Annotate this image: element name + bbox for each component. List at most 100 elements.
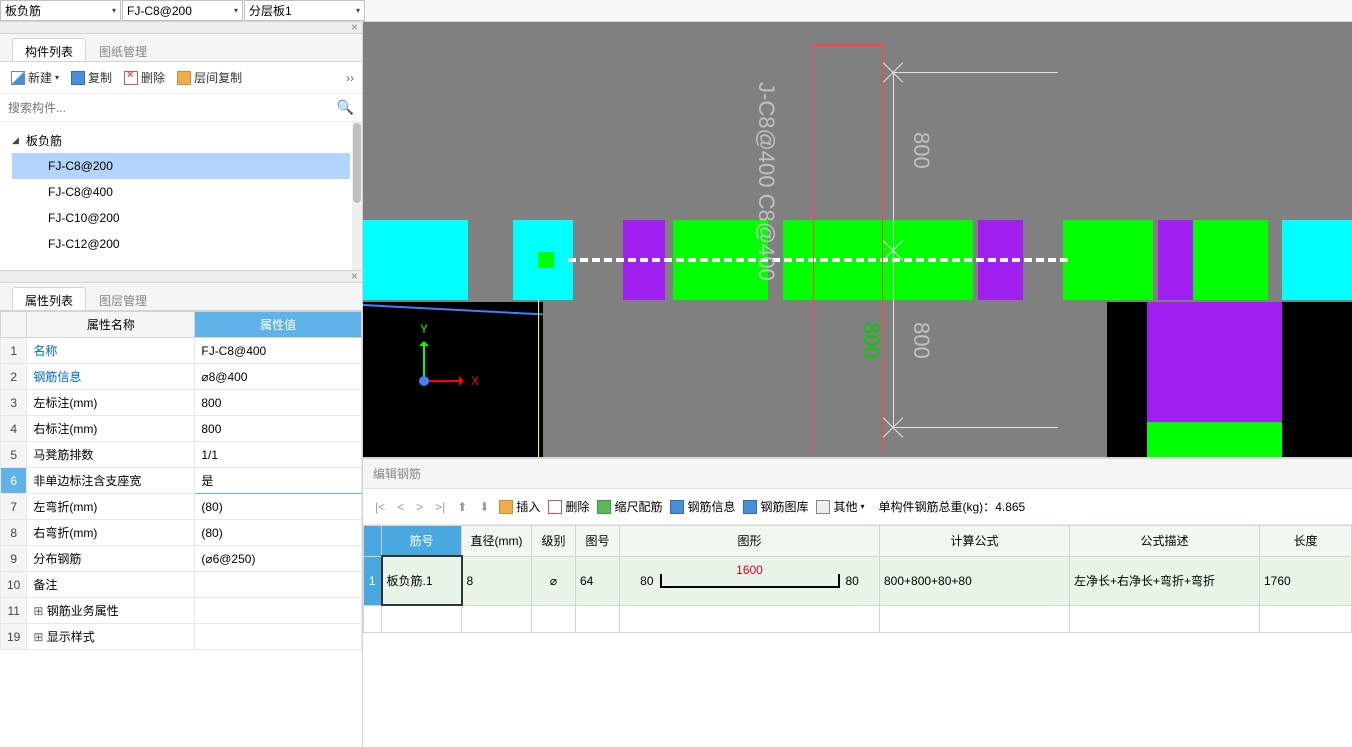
other-button[interactable]: 其他 ▾ [816,498,864,515]
scrollbar[interactable] [352,122,362,270]
property-row[interactable]: 19显示样式 [1,624,362,650]
property-row[interactable]: 5马凳筋排数1/1 [1,442,362,468]
row-number: 4 [1,416,27,442]
new-icon [11,71,25,85]
property-value[interactable]: (⌀6@250) [195,546,362,572]
cell-shape-no[interactable]: 64 [576,556,620,605]
table-row[interactable]: 1 板负筋.1 8 ⌀ 64 80 1600 80 800+800+80+80 [364,556,1352,605]
col-header[interactable]: 长度 [1260,526,1352,557]
property-value[interactable]: 800 [195,390,362,416]
cell-grade[interactable]: ⌀ [532,556,576,605]
down-icon[interactable]: ⬇ [477,500,491,514]
row-number: 2 [364,605,382,632]
copy-icon [71,71,85,85]
delete-button[interactable]: 删除 [548,498,589,515]
property-value[interactable]: (80) [195,494,362,520]
close-icon[interactable]: × [351,22,358,34]
cell-length[interactable]: 1760 [1260,556,1352,605]
tab-component-list[interactable]: 构件列表 [12,38,86,61]
dimension-label: 800 [908,132,934,169]
tab-drawing-manage[interactable]: 图纸管理 [86,38,160,61]
scale-button[interactable]: 缩尺配筋 [597,498,662,515]
property-panel: × 属性列表 图层管理 属性名称 属性值 1名称FJ-C8@4002钢筋信息⌀8… [0,270,362,650]
tree-item[interactable]: FJ-C8@400 [12,179,350,205]
cell-id[interactable]: 板负筋.1 [382,556,462,605]
col-header[interactable]: 图号 [576,526,620,557]
row-number: 8 [1,520,27,546]
col-header[interactable]: 计算公式 [880,526,1070,557]
search-row: 🔍 [0,94,362,122]
chevron-down-icon: ◢ [12,135,22,146]
cell-formula[interactable]: 800+800+80+80 [880,556,1070,605]
info-button[interactable]: 钢筋信息 [670,498,735,515]
row-number: 11 [1,598,27,624]
property-row[interactable]: 4右标注(mm)800 [1,416,362,442]
search-input[interactable] [8,101,337,115]
property-value[interactable]: 800 [195,416,362,442]
property-name: 左标注(mm) [27,390,195,416]
property-row[interactable]: 11钢筋业务属性 [1,598,362,624]
component-tree: ◢ 板负筋 FJ-C8@200 FJ-C8@400 FJ-C10@200 FJ-… [0,122,362,270]
table-row[interactable]: 2 [364,605,1352,632]
tree-item[interactable]: FJ-C10@200 [12,205,350,231]
component-dropdown[interactable]: FJ-C8@200 [122,0,243,21]
top-toolbar: 板负筋 FJ-C8@200 分层板1 [0,0,1352,22]
row-number: 9 [1,546,27,572]
row-number: 19 [1,624,27,650]
property-value[interactable] [195,572,362,598]
property-row[interactable]: 2钢筋信息⌀8@400 [1,364,362,390]
property-row[interactable]: 7左弯折(mm)(80) [1,494,362,520]
property-value[interactable]: 是 [195,468,362,494]
nav-next-icon[interactable]: > [414,500,425,514]
property-value[interactable]: (80) [195,520,362,546]
col-header[interactable]: 公式描述 [1070,526,1260,557]
category-dropdown[interactable]: 板负筋 [0,0,121,21]
row-number: 3 [1,390,27,416]
rebar-table: 筋号 直径(mm) 级别 图号 图形 计算公式 公式描述 长度 1 板负筋.1 … [363,525,1352,633]
cell-diameter[interactable]: 8 [462,556,532,605]
property-value[interactable] [195,598,362,624]
col-header[interactable]: 图形 [620,526,880,557]
property-name: 备注 [27,572,195,598]
col-header[interactable]: 筋号 [382,526,462,557]
dimension-label: 800 [858,322,884,359]
nav-first-icon[interactable]: |< [373,500,387,514]
nav-last-icon[interactable]: >| [433,500,447,514]
floor-copy-button[interactable]: 层间复制 [174,67,245,88]
library-button[interactable]: 钢筋图库 [743,498,808,515]
delete-button[interactable]: 删除 [121,67,168,88]
col-header[interactable]: 直径(mm) [462,526,532,557]
layer-dropdown[interactable]: 分层板1 [244,0,365,21]
row-number: 2 [1,364,27,390]
up-icon[interactable]: ⬆ [455,500,469,514]
property-value[interactable]: 1/1 [195,442,362,468]
property-name: 名称 [27,338,195,364]
tab-layer-manage[interactable]: 图层管理 [86,287,160,310]
property-row[interactable]: 1名称FJ-C8@400 [1,338,362,364]
property-row[interactable]: 6非单边标注含支座宽是 [1,468,362,494]
nav-prev-icon[interactable]: < [395,500,406,514]
property-row[interactable]: 9分布钢筋(⌀6@250) [1,546,362,572]
floor-copy-icon [177,71,191,85]
search-icon[interactable]: 🔍 [337,99,354,116]
tree-item[interactable]: FJ-C8@200 [12,153,350,179]
insert-button[interactable]: 插入 [499,498,540,515]
row-number: 7 [1,494,27,520]
toolbar-more-icon[interactable]: ›› [346,71,354,85]
col-header-rownum [364,526,382,557]
property-row[interactable]: 8右弯折(mm)(80) [1,520,362,546]
tab-property-list[interactable]: 属性列表 [12,287,86,310]
copy-button[interactable]: 复制 [68,67,115,88]
property-row[interactable]: 10备注 [1,572,362,598]
tree-item[interactable]: FJ-C12@200 [12,231,350,257]
close-icon[interactable]: × [351,269,358,283]
property-value[interactable]: ⌀8@400 [195,364,362,390]
col-header[interactable]: 级别 [532,526,576,557]
cell-desc[interactable]: 左净长+右净长+弯折+弯折 [1070,556,1260,605]
property-value[interactable] [195,624,362,650]
property-value[interactable]: FJ-C8@400 [195,338,362,364]
cell-shape[interactable]: 80 1600 80 [620,556,880,605]
new-button[interactable]: 新建 ▾ [8,67,62,88]
property-row[interactable]: 3左标注(mm)800 [1,390,362,416]
tree-group[interactable]: ◢ 板负筋 [12,128,350,153]
